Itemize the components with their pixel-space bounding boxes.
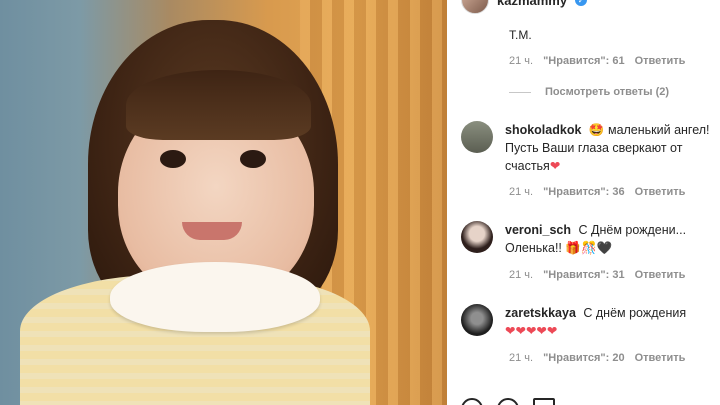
like-icon[interactable] [461,398,483,405]
comment-likes[interactable]: "Нравится": 31 [543,269,624,281]
comment-username[interactable]: zaretskkaya [505,306,576,320]
hearts-icons: ❤❤❤❤❤ [505,324,558,338]
comment-time[interactable]: 21 ч. [509,55,533,67]
comment-likes[interactable]: "Нравится": 20 [543,352,624,364]
commenter-avatar[interactable] [461,121,493,153]
share-icon[interactable] [533,398,555,405]
author-username[interactable]: kazmammy [497,0,567,8]
comment-text: С днём рождения [583,306,687,320]
comment-icon[interactable] [497,398,519,405]
comment-item: zaretskkaya С днём рождения ❤❤❤❤❤ [461,304,711,340]
replies-line [509,91,531,93]
commenter-avatar[interactable] [461,304,493,336]
verified-icon: ✓ [575,0,588,6]
post-actions [461,398,555,405]
comment-likes[interactable]: "Нравится": 36 [543,186,624,198]
reply-button[interactable]: Ответить [635,55,686,67]
comment-body: zaretskkaya С днём рождения ❤❤❤❤❤ [505,304,710,340]
view-replies-label: Посмотреть ответы (2) [545,86,670,98]
reply-button[interactable]: Ответить [635,269,686,281]
comment-meta: 21 ч. "Нравится": 31 Ответить [509,269,685,281]
comment-time[interactable]: 21 ч. [509,352,533,364]
comment-time[interactable]: 21 ч. [509,269,533,281]
left-eye [160,150,186,168]
comment-body: shokoladkok 🤩 маленький ангел! Пусть Ваш… [505,121,710,175]
reply-button[interactable]: Ответить [635,186,686,198]
top-comment-snippet: Т.М. [509,28,532,42]
star-eyes-emoji: 🤩 [588,123,605,137]
author-avatar[interactable] [461,0,489,14]
collar [110,262,320,332]
comment-meta: 21 ч. "Нравится": 20 Ответить [509,352,685,364]
reply-button[interactable]: Ответить [635,352,686,364]
comment-username[interactable]: veroni_sch [505,223,571,237]
comments-panel: kazmammy ✓ Т.М. 21 ч. "Нравится": 61 Отв… [447,0,720,405]
right-eye [240,150,266,168]
comment-body: veroni_sch С Днём рождени... Оленька!! 🎁… [505,221,710,257]
heart-icon: ❤ [549,159,561,173]
bangs [126,70,311,140]
comment-meta: 21 ч. "Нравится": 36 Ответить [509,186,685,198]
gift-confetti-heart-icons: 🎁🎊🖤 [565,241,613,255]
top-comment-meta: 21 ч. "Нравится": 61 Ответить [509,55,685,67]
comment-item: shokoladkok 🤩 маленький ангел! Пусть Ваш… [461,121,711,175]
comment-username[interactable]: shokoladkok [505,123,581,137]
comment-item: veroni_sch С Днём рождени... Оленька!! 🎁… [461,221,711,257]
comment-likes[interactable]: "Нравится": 61 [543,55,624,67]
view-replies-button[interactable]: Посмотреть ответы (2) [509,86,669,98]
post-header: kazmammy ✓ [461,0,588,14]
mouth [182,222,242,240]
commenter-avatar[interactable] [461,221,493,253]
comment-time[interactable]: 21 ч. [509,186,533,198]
post-photo [0,0,447,405]
